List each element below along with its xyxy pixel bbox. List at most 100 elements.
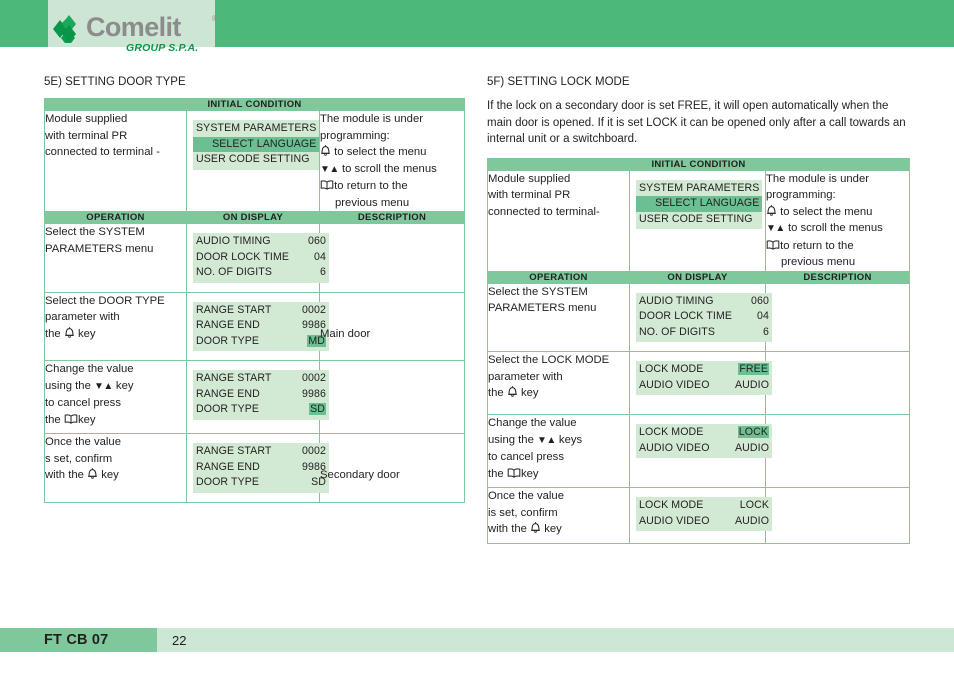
lcd-parameter-label: DOOR LOCK TIME (639, 310, 733, 322)
description-text: Secondary door (320, 469, 400, 481)
logo-wordmark: Comelit (86, 12, 181, 42)
lcd-parameter-label: RANGE END (196, 387, 260, 400)
lcd-display: LOCK MODE LOCK AUDIO VIDEO AUDIO (636, 424, 772, 458)
display-cell: LOCK MODE FREE AUDIO VIDEO AUDIO (629, 351, 772, 415)
left-column: 5E) SETTING DOOR TYPE INITIAL CONDITION … (43, 74, 466, 503)
lcd-line: AUDIO VIDEO AUDIO (639, 378, 769, 394)
lcd-line: AUDIO VIDEO AUDIO (639, 441, 769, 457)
lcd-parameter-value: 04 (314, 250, 326, 263)
description-intro-2: programming: (320, 129, 390, 142)
lcd-parameter-label: DOOR TYPE (196, 334, 260, 347)
lcd-parameter-value: 0002 (302, 303, 326, 316)
lcd-display: RANGE START 0002 RANGE END 9986 DOOR TYPE SD (193, 370, 329, 420)
operation-line: Once the value (45, 436, 121, 448)
table-row: Select the LOCK MODE parameter with the ke… (487, 351, 911, 415)
operation-line: the key (488, 386, 539, 399)
lcd-parameter-value: AUDIO (735, 441, 770, 454)
description-cell (764, 414, 911, 488)
lcd-parameter-label: LOCK MODE (639, 426, 704, 438)
operation-cell: Select the SYSTEM PARAMETERS menu (487, 282, 630, 352)
column-header-on-display: ON DISPLAY (629, 270, 766, 284)
operation-cell: Once the value s set, confirm with the key (44, 433, 187, 503)
lcd-parameter-value: AUDIO (735, 514, 770, 527)
initial-description-cell: The module is under programming: to selec… (764, 169, 911, 272)
lcd-line: DOOR TYPE MD (196, 334, 326, 350)
lcd-display: SYSTEM PARAMETERS SELECT LANGUAGE USER COD… (193, 120, 320, 170)
lcd-parameter-label: RANGE START (196, 372, 272, 384)
lcd-value-highlight: LOCK (737, 426, 769, 438)
operation-cell: Change the value using the ▼▲ key to cance… (44, 360, 187, 434)
operation-cell: Select the SYSTEM PARAMETERS menu (44, 223, 187, 293)
lcd-display: AUDIO TIMING 060 DOOR LOCK TIME 04 NO. OF DI… (636, 292, 772, 342)
operation-line: with the key (488, 521, 562, 535)
bell-icon (530, 521, 541, 534)
lcd-parameter-value: 060 (751, 294, 769, 307)
operation-line: is set, confirm (488, 506, 558, 519)
table-row-column-headers: OPERATION ON DISPLAY DESCRIPTION (487, 270, 911, 284)
operation-line: with terminal PR (488, 189, 571, 201)
description-item-text: to return to the (334, 180, 408, 192)
lcd-parameter-value: SD (292, 402, 326, 418)
lcd-parameter-value: LOCK (735, 425, 769, 441)
description-item: ▼▲ to scroll the menus (766, 220, 909, 238)
operation-line: the key (488, 466, 539, 480)
lcd-line: RANGE START 0002 (196, 444, 326, 460)
table-row-initial-condition-header: INITIAL CONDITION (486, 157, 911, 171)
description-intro: The module is under (766, 172, 869, 185)
lcd-parameter-label: AUDIO VIDEO (639, 514, 710, 527)
book-icon (64, 412, 78, 425)
lcd-parameter-value: 0002 (302, 372, 326, 384)
initial-description-cell: The module is under programming: to selec… (318, 110, 466, 212)
description-item: ▼▲ to scroll the menus (320, 161, 464, 179)
operation-line: PARAMETERS menu (45, 242, 154, 255)
lcd-line: RANGE END 9986 (196, 318, 326, 334)
lcd-line: RANGE START 0002 (196, 303, 326, 319)
table-row: Select the DOOR TYPE parameter with the ke… (44, 291, 466, 361)
operation-line: Module supplied (488, 172, 571, 185)
description-item-text: to return to the (780, 239, 854, 252)
operation-cell: Select the DOOR TYPE parameter with the ke… (44, 291, 187, 361)
lcd-line: DOOR TYPE SD (196, 475, 326, 491)
operation-line: s set, confirm (45, 452, 113, 465)
column-header-on-display: ON DISPLAY (186, 211, 320, 224)
operation-line: using the ▼▲ key (45, 378, 186, 396)
table-row: Select the SYSTEM PARAMETERS menu AUDIO TI… (487, 282, 911, 352)
lcd-line: AUDIO TIMING 060 (196, 234, 326, 250)
table-row-initial-condition: Module supplied with terminal PR connected… (44, 110, 466, 212)
lcd-line-text: SELECT LANGUAGE (636, 196, 763, 212)
operation-line: the key (45, 412, 96, 426)
operation-line: Select the LOCK MODE (488, 354, 610, 366)
description-item: to return to the (320, 178, 464, 195)
lcd-display: SYSTEM PARAMETERS SELECT LANGUAGE USER COD… (636, 179, 763, 229)
operation-line: PARAMETERS menu (488, 302, 597, 314)
lcd-display: LOCK MODE FREE AUDIO VIDEO AUDIO (636, 361, 772, 395)
operation-line: Once the value (488, 490, 564, 502)
operation-line: Select the SYSTEM (488, 285, 588, 298)
description-item: to select the menu (320, 144, 464, 161)
book-icon (507, 466, 521, 479)
lcd-parameter-label: DOOR TYPE (196, 403, 260, 415)
operation-line: Module supplied (45, 113, 128, 125)
comelit-logo: Comelit ® GROUP S.P.A. (52, 12, 227, 56)
operation-line: Select the DOOR TYPE (45, 294, 165, 307)
display-cell: AUDIO TIMING 060 DOOR LOCK TIME 04 NO. OF DI… (629, 282, 772, 352)
operation-line: to cancel press (488, 451, 564, 463)
lcd-display: RANGE START 0002 RANGE END 9986 DOOR TYPE MD (193, 301, 329, 351)
table-row: Select the SYSTEM PARAMETERS menu AUDIO TI… (44, 223, 466, 293)
lcd-line-text: SYSTEM PARAMETERS (196, 122, 317, 134)
lcd-parameter-label: RANGE START (196, 445, 272, 457)
lcd-line: DOOR TYPE SD (196, 402, 326, 418)
display-cell: RANGE START 0002 RANGE END 9986 DOOR TYPE SD (186, 360, 329, 434)
description-item-text: to select the menu (334, 146, 427, 158)
lcd-parameter-label: LOCK MODE (639, 499, 704, 511)
lcd-parameter-value: 6 (320, 266, 326, 278)
footer-document-code: FT CB 07 (44, 632, 109, 648)
description-intro-2: programming: (766, 189, 836, 201)
lcd-parameter-value: AUDIO (735, 378, 770, 391)
column-header-description: DESCRIPTION (764, 270, 911, 284)
display-cell: LOCK MODE LOCK AUDIO VIDEO AUDIO (629, 414, 772, 488)
description-continuation: previous menu (781, 256, 856, 268)
lcd-parameter-value: 9986 (302, 387, 326, 400)
lcd-line: AUDIO TIMING 060 (639, 294, 769, 310)
table-row-initial-condition: Module supplied with terminal PR connected… (487, 169, 911, 272)
